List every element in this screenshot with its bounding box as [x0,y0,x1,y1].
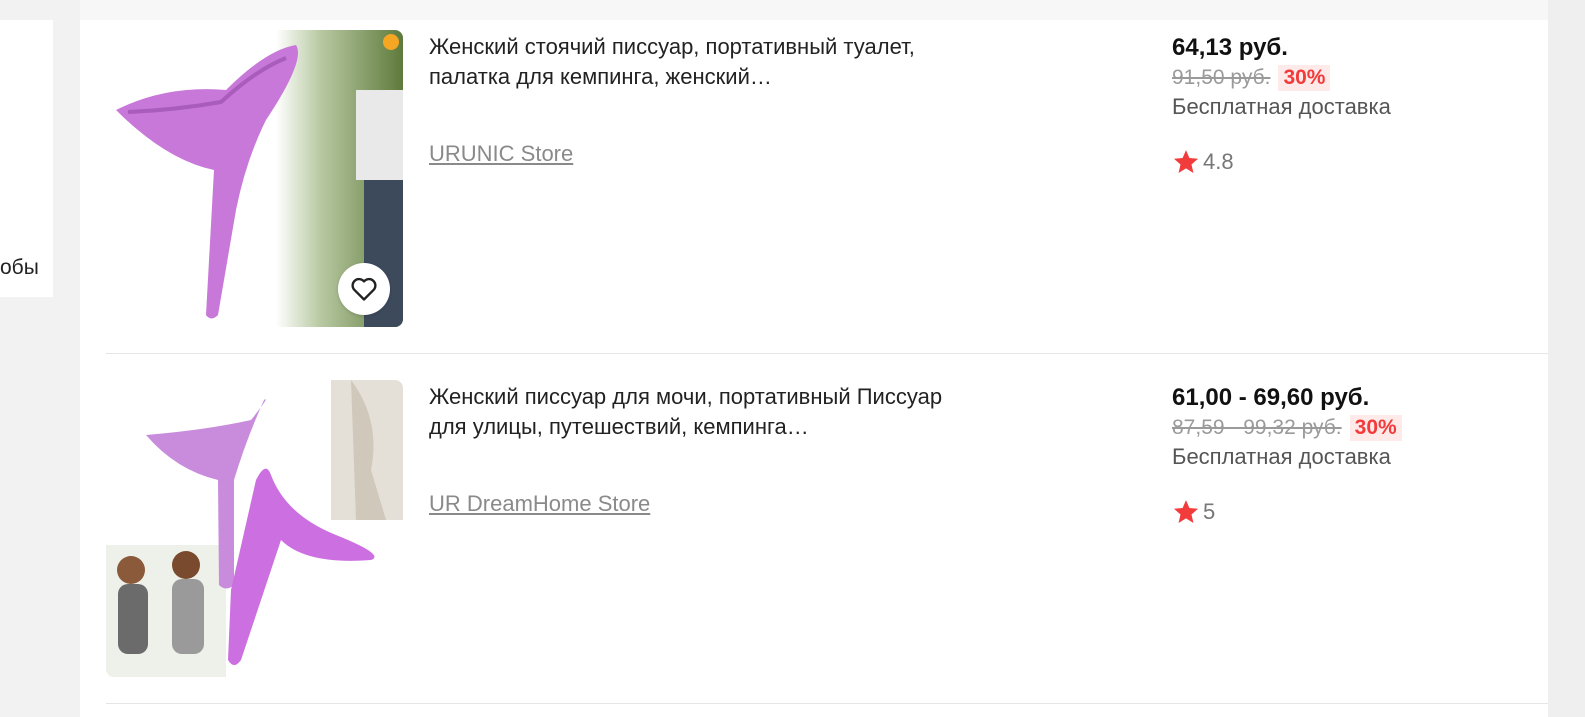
star-icon [1173,150,1199,173]
delivery-text: Бесплатная доставка [1172,94,1391,119]
star-icon [1173,500,1199,523]
current-price: 61,00 - 69,60 руб. [1172,384,1370,411]
product-list: Женский стоячий писсуар, портативный туа… [80,20,1548,717]
product-title[interactable]: Женский стоячий писсуар, портативный туа… [429,32,969,92]
divider [106,703,1548,704]
page: обы Женский стоячий писсуар, портативный… [0,0,1585,717]
top-strip [80,0,1548,20]
old-price-row: 91,50 руб. 30% [1172,64,1542,92]
store-link[interactable]: UR DreamHome Store [429,491,650,517]
divider [106,353,1548,354]
filter-sidebar: обы [0,20,53,297]
favorite-button[interactable] [338,263,390,315]
old-price: 87,59 - 99,32 руб. [1172,416,1342,439]
heart-icon [351,277,377,301]
old-price: 91,50 руб. [1172,66,1271,89]
rating-value: 5 [1203,499,1216,524]
product-card[interactable]: Женский стоячий писсуар, портативный туа… [106,30,1548,380]
rating: 5 [1172,498,1542,526]
rating-value: 4.8 [1203,149,1234,174]
product-card[interactable]: Женский писсуар для мочи, портативный Пи… [106,380,1548,717]
delivery-text: Бесплатная доставка [1172,444,1391,469]
urinal-product-image [106,380,403,677]
product-title[interactable]: Женский писсуар для мочи, портативный Пи… [429,382,969,442]
discount-badge: 30% [1349,415,1402,441]
discount-badge: 30% [1278,65,1331,91]
product-image[interactable] [106,30,403,327]
old-price-row: 87,59 - 99,32 руб. 30% [1172,414,1542,442]
right-edge [1548,0,1585,717]
product-image[interactable] [106,380,403,677]
price-block: 64,13 руб. 91,50 руб. 30% Бесплатная дос… [1172,30,1542,176]
rating: 4.8 [1172,148,1542,176]
price-block: 61,00 - 69,60 руб. 87,59 - 99,32 руб. 30… [1172,380,1542,526]
current-price: 64,13 руб. [1172,34,1288,61]
sidebar-cut-text[interactable]: обы [0,256,39,280]
store-link[interactable]: URUNIC Store [429,141,573,167]
